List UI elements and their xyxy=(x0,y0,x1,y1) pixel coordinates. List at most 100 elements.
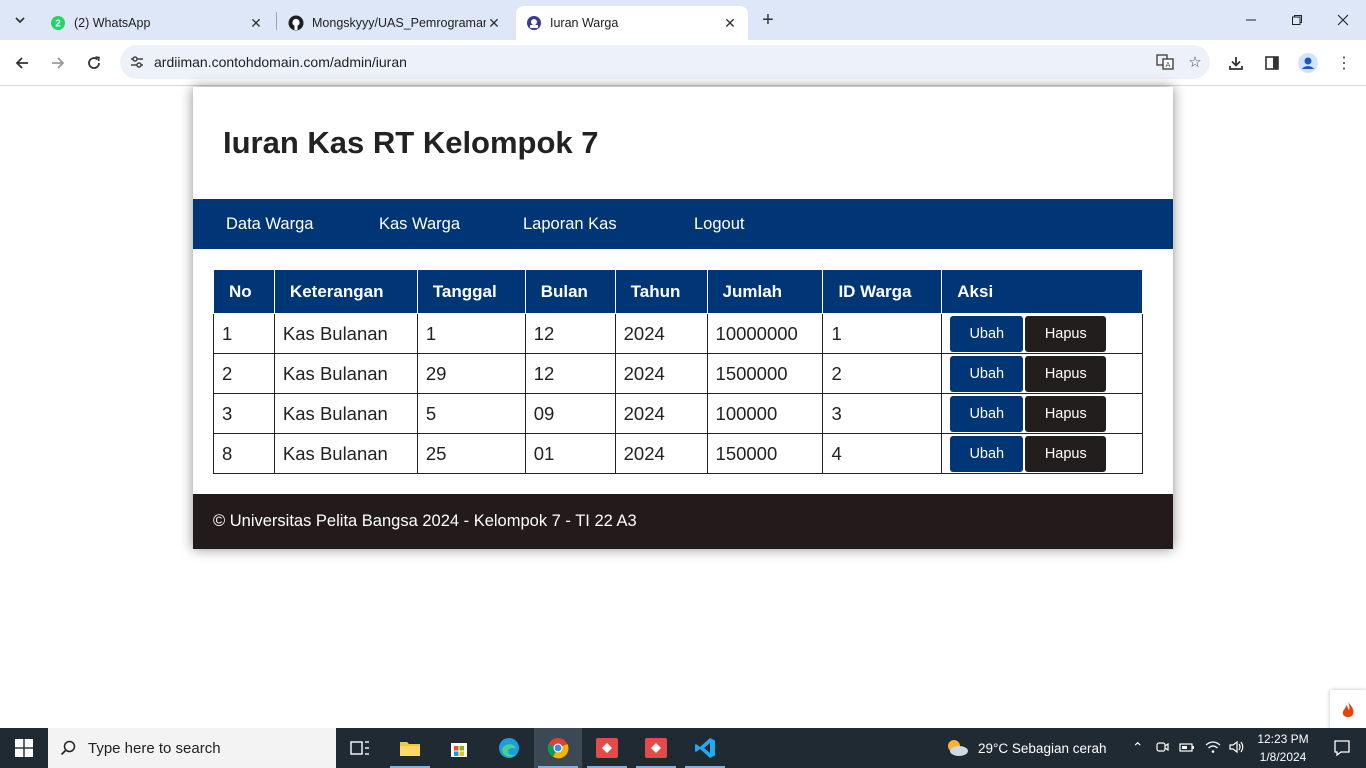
edge-icon[interactable] xyxy=(485,728,533,768)
microsoft-store-icon[interactable] xyxy=(435,728,483,768)
cell-jumlah: 1500000 xyxy=(706,353,824,394)
page-header: Iuran Kas RT Kelompok 7 xyxy=(193,87,1173,199)
close-tab-icon[interactable]: ✕ xyxy=(486,15,502,31)
windows-taskbar: Type here to search 29°C Sebagian cerah … xyxy=(0,728,1366,768)
column-header-tanggal: Tanggal xyxy=(416,269,526,314)
url-text[interactable]: ardiiman.contohdomain.com/admin/iuran xyxy=(154,54,1150,70)
address-bar[interactable]: ardiiman.contohdomain.com/admin/iuran A … xyxy=(120,45,1210,79)
bookmark-star-icon[interactable]: ☆ xyxy=(1180,53,1210,71)
task-view-icon[interactable] xyxy=(336,728,384,768)
close-tab-icon[interactable]: ✕ xyxy=(248,15,264,31)
ubah-button[interactable]: Ubah xyxy=(950,395,1024,432)
cell-id-warga: 2 xyxy=(822,353,943,394)
tab-title: Mongskyyy/UAS_Pemrograman xyxy=(312,16,486,30)
cell-aksi: Ubah Hapus xyxy=(941,353,1143,394)
site-info-icon[interactable] xyxy=(120,54,154,70)
hapus-button[interactable]: Hapus xyxy=(1025,435,1107,472)
cell-no: 2 xyxy=(213,353,275,394)
back-icon[interactable] xyxy=(6,47,38,79)
page-title: Iuran Kas RT Kelompok 7 xyxy=(223,125,599,160)
tab-search-icon[interactable] xyxy=(8,8,32,32)
cell-bulan: 12 xyxy=(524,353,616,394)
cell-no: 3 xyxy=(213,393,275,434)
cell-aksi: Ubah Hapus xyxy=(941,433,1143,474)
new-tab-icon[interactable]: + xyxy=(756,8,780,32)
ubah-button[interactable]: Ubah xyxy=(950,435,1024,472)
hapus-button[interactable]: Hapus xyxy=(1025,355,1107,392)
table-row: 1 Kas Bulanan 1 12 2024 10000000 1 Ubah H… xyxy=(213,313,1143,354)
browser-tabstrip: 2 (2) WhatsApp ✕ Mongskyyy/UAS_Pemrogram… xyxy=(0,0,1366,40)
iuran-table: No Keterangan Tanggal Bulan Tahun Jumlah… xyxy=(213,269,1143,474)
github-icon xyxy=(288,15,304,31)
column-header-bulan: Bulan xyxy=(524,269,616,314)
battery-icon[interactable] xyxy=(1179,740,1195,757)
column-header-jumlah: Jumlah xyxy=(706,269,824,314)
cell-bulan: 09 xyxy=(524,393,616,434)
cell-id-warga: 1 xyxy=(822,313,943,354)
tab-whatsapp[interactable]: 2 (2) WhatsApp ✕ xyxy=(40,6,274,40)
column-header-id-warga: ID Warga xyxy=(822,269,943,314)
hapus-button[interactable]: Hapus xyxy=(1025,395,1107,432)
reload-icon[interactable] xyxy=(78,47,110,79)
side-panel-icon[interactable] xyxy=(1256,47,1288,79)
main-nav: Data Warga Kas Warga Laporan Kas Logout xyxy=(193,199,1173,249)
clock-time: 12:23 PM xyxy=(1257,732,1309,746)
wifi-icon[interactable] xyxy=(1205,740,1221,757)
profile-avatar-icon[interactable] xyxy=(1292,47,1324,79)
page-container: Iuran Kas RT Kelompok 7 Data Warga Kas W… xyxy=(193,87,1173,549)
page-footer: © Universitas Pelita Bangsa 2024 - Kelom… xyxy=(193,494,1173,549)
windows-start-icon[interactable] xyxy=(0,728,48,768)
flame-extension-icon[interactable] xyxy=(1330,690,1366,730)
ubah-button[interactable]: Ubah xyxy=(950,355,1024,392)
close-window-icon[interactable] xyxy=(1320,0,1366,40)
column-header-tahun: Tahun xyxy=(614,269,708,314)
table-header-row: No Keterangan Tanggal Bulan Tahun Jumlah… xyxy=(213,269,1143,314)
volume-icon[interactable] xyxy=(1229,740,1245,757)
tab-iuran-warga[interactable]: Iuran Warga ✕ xyxy=(516,6,748,40)
nav-data-warga[interactable]: Data Warga xyxy=(226,199,313,249)
nav-kas-warga[interactable]: Kas Warga xyxy=(379,199,460,249)
cell-tanggal: 29 xyxy=(416,353,526,394)
cell-keterangan: Kas Bulanan xyxy=(273,433,418,474)
svg-text:2: 2 xyxy=(55,19,61,30)
table-row: 2 Kas Bulanan 29 12 2024 1500000 2 Ubah H… xyxy=(213,353,1143,394)
download-icon[interactable] xyxy=(1220,47,1252,79)
taskbar-search[interactable]: Type here to search xyxy=(48,728,336,768)
cell-id-warga: 4 xyxy=(822,433,943,474)
translate-icon[interactable]: A xyxy=(1150,53,1180,71)
table-row: 8 Kas Bulanan 25 01 2024 150000 4 Ubah Ha… xyxy=(213,433,1143,474)
menu-kebab-icon[interactable]: ⋮ xyxy=(1328,47,1360,79)
system-clock[interactable]: 12:23 PM 1/8/2024 xyxy=(1248,730,1318,766)
cell-id-warga: 3 xyxy=(822,393,943,434)
git-app-icon[interactable] xyxy=(583,728,631,768)
nav-logout[interactable]: Logout xyxy=(694,199,744,249)
restore-icon[interactable] xyxy=(1274,0,1320,40)
tab-title: Iuran Warga xyxy=(550,16,619,30)
nav-laporan-kas[interactable]: Laporan Kas xyxy=(523,199,617,249)
close-tab-icon[interactable]: ✕ xyxy=(722,15,738,31)
chrome-icon[interactable] xyxy=(534,728,582,768)
weather-text: 29°C Sebagian cerah xyxy=(978,740,1107,756)
git-app-2-icon[interactable] xyxy=(632,728,680,768)
notification-icon[interactable] xyxy=(1318,728,1366,768)
hapus-button[interactable]: Hapus xyxy=(1025,315,1107,352)
tray-icons: ⌃ xyxy=(1132,728,1245,768)
ubah-button[interactable]: Ubah xyxy=(950,315,1024,352)
cell-tanggal: 25 xyxy=(416,433,526,474)
cell-no: 1 xyxy=(213,313,275,354)
minimize-icon[interactable] xyxy=(1228,0,1274,40)
cell-bulan: 12 xyxy=(524,313,616,354)
weather-widget[interactable]: 29°C Sebagian cerah xyxy=(944,728,1107,768)
chevron-up-icon[interactable]: ⌃ xyxy=(1132,740,1143,756)
meet-now-icon[interactable] xyxy=(1155,740,1169,757)
cell-tanggal: 5 xyxy=(416,393,526,434)
forward-icon[interactable] xyxy=(42,47,74,79)
clock-date: 1/8/2024 xyxy=(1259,750,1307,764)
whatsapp-icon: 2 xyxy=(50,15,66,31)
vscode-icon[interactable] xyxy=(681,728,729,768)
file-explorer-icon[interactable] xyxy=(386,728,434,768)
cell-tahun: 2024 xyxy=(614,433,708,474)
cell-tahun: 2024 xyxy=(614,313,708,354)
search-icon xyxy=(48,740,88,756)
tab-github[interactable]: Mongskyyy/UAS_Pemrograman ✕ xyxy=(278,6,512,40)
